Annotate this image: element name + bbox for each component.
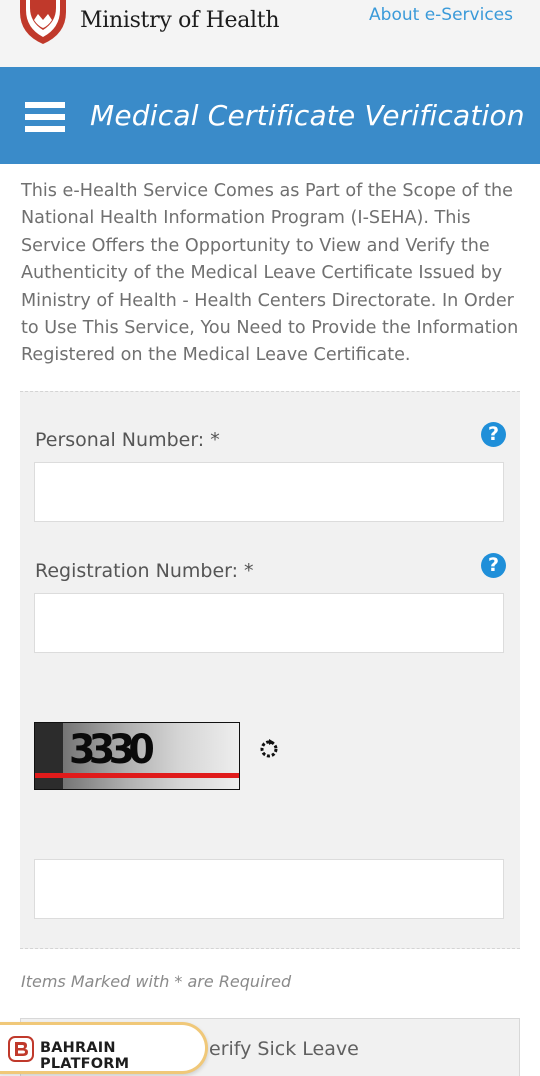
- brand-name: Ministry of Health: [80, 8, 280, 33]
- menu-line: [25, 102, 65, 108]
- page-title: Medical Certificate Verification: [90, 99, 525, 132]
- captcha-stripe: [35, 773, 239, 778]
- top-bar: Ministry of Health About e-Services: [0, 0, 540, 67]
- refresh-icon[interactable]: [258, 738, 280, 760]
- question-circle-icon[interactable]: ?: [481, 553, 506, 578]
- captcha-image: 3330: [34, 722, 240, 790]
- page: Ministry of Health About e-Services Medi…: [0, 0, 540, 1076]
- bahrain-platform-badge[interactable]: BAHRAIN PLATFORM: [0, 1022, 208, 1074]
- badge-label: BAHRAIN PLATFORM: [40, 1040, 130, 1072]
- question-circle-icon[interactable]: ?: [481, 422, 506, 447]
- required-note: Items Marked with * are Required: [21, 972, 292, 991]
- personal-number-input[interactable]: [34, 462, 504, 522]
- intro-text: This e-Health Service Comes as Part of t…: [21, 181, 519, 366]
- verification-form: Personal Number: * ? Registration Number…: [20, 391, 520, 949]
- about-eservices-link[interactable]: About e-Services: [369, 5, 513, 25]
- title-bar: Medical Certificate Verification: [0, 67, 540, 164]
- registration-number-input[interactable]: [34, 593, 504, 653]
- menu-line: [25, 126, 65, 132]
- menu-line: [25, 114, 65, 120]
- bahrain-platform-logo-icon: [8, 1036, 34, 1062]
- captcha-text: 3330: [69, 727, 155, 773]
- captcha-noise: [35, 723, 63, 789]
- ministry-emblem-icon: [20, 0, 66, 44]
- hamburger-menu-icon[interactable]: [25, 102, 65, 132]
- personal-number-label: Personal Number: *: [35, 429, 220, 451]
- captcha-input[interactable]: [34, 859, 504, 919]
- registration-number-label: Registration Number: *: [35, 560, 254, 582]
